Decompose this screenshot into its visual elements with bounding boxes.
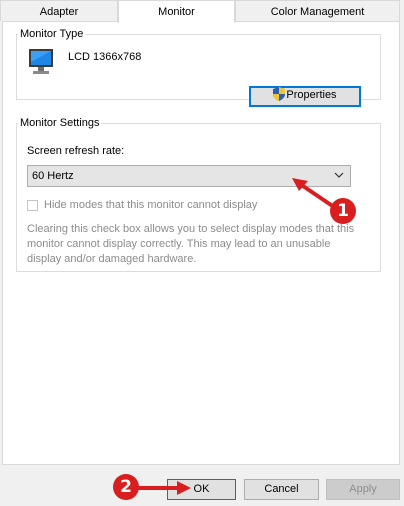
- monitor-name: LCD 1366x768: [68, 51, 142, 63]
- refresh-rate-value: 60 Hertz: [32, 170, 74, 182]
- tab-monitor[interactable]: Monitor: [118, 0, 235, 23]
- annotation-arrow-2: [137, 481, 191, 495]
- annotation-marker-1: 1: [330, 198, 356, 224]
- tab-color-management[interactable]: Color Management: [235, 0, 400, 21]
- monitor-icon: [29, 49, 53, 74]
- hide-modes-label: Hide modes that this monitor cannot disp…: [44, 199, 258, 211]
- monitor-settings-label: Monitor Settings: [20, 117, 100, 129]
- uac-shield-icon: [273, 87, 286, 102]
- tab-adapter[interactable]: Adapter: [0, 0, 118, 21]
- hide-modes-checkbox[interactable]: [27, 200, 38, 211]
- monitor-type-group: Monitor Type LCD 1366x768 Properties: [16, 28, 381, 107]
- apply-button[interactable]: Apply: [326, 479, 400, 500]
- properties-label: Properties: [286, 89, 337, 101]
- hide-modes-description: Clearing this check box allows you to se…: [27, 223, 355, 265]
- refresh-rate-label: Screen refresh rate:: [27, 145, 125, 157]
- tab-strip: Adapter Monitor Color Management: [0, 0, 404, 23]
- properties-button[interactable]: Properties: [249, 86, 361, 107]
- tab-page-monitor: Monitor Type LCD 1366x768 Properties Mon…: [2, 21, 400, 465]
- annotation-marker-2: 2: [113, 474, 139, 500]
- monitor-type-label: Monitor Type: [20, 28, 84, 40]
- cancel-button[interactable]: Cancel: [244, 479, 319, 500]
